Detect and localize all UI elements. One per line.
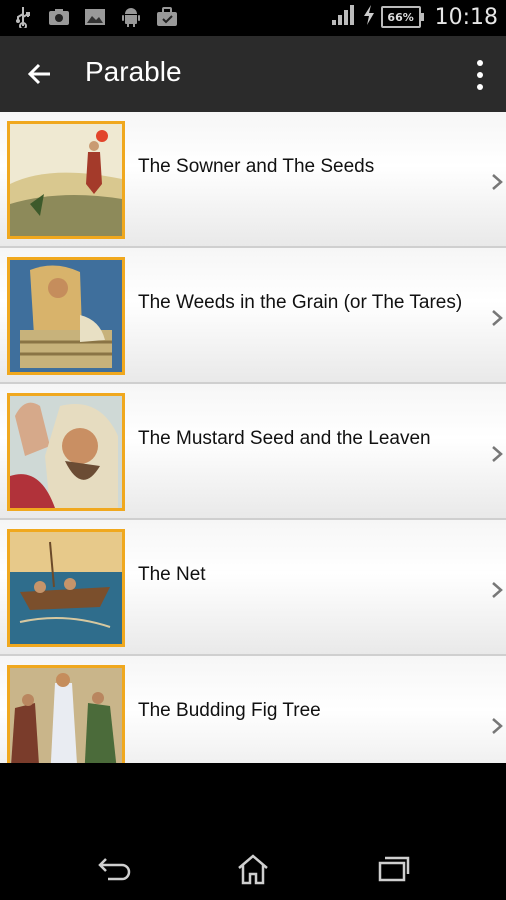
system-indicators: 66% 10:18: [331, 4, 498, 30]
parable-thumbnail: [7, 121, 125, 239]
action-bar: Parable: [0, 36, 506, 112]
list-item[interactable]: The Net: [0, 520, 506, 656]
parable-list: The Sowner and The Seeds The Weeds in th…: [0, 112, 506, 763]
list-item-label: The Weeds in the Grain (or The Tares): [138, 292, 463, 313]
image-icon: [84, 6, 106, 28]
nav-home-button[interactable]: [233, 849, 273, 889]
chevron-right-icon: [492, 582, 503, 598]
status-bar: 66% 10:18: [0, 0, 506, 36]
arrow-left-icon: [27, 63, 50, 85]
parable-thumbnail: [7, 257, 125, 375]
chevron-right-icon: [492, 446, 503, 462]
navigation-bar: [0, 763, 506, 900]
overflow-menu-button[interactable]: [474, 60, 486, 90]
more-vert-icon: [477, 60, 483, 66]
briefcase-icon: [156, 6, 178, 28]
list-item[interactable]: The Weeds in the Grain (or The Tares): [0, 248, 506, 384]
signal-icon: [331, 4, 357, 30]
parable-thumbnail: [7, 665, 125, 763]
list-item-label: The Budding Fig Tree: [138, 700, 321, 721]
list-item[interactable]: The Budding Fig Tree: [0, 656, 506, 763]
nav-recents-button[interactable]: [374, 849, 414, 889]
chevron-right-icon: [492, 718, 503, 734]
charging-icon: [363, 5, 375, 29]
back-icon: [98, 858, 131, 881]
usb-icon: [12, 6, 34, 28]
list-item-label: The Sowner and The Seeds: [138, 156, 375, 177]
list-item[interactable]: The Sowner and The Seeds: [0, 112, 506, 248]
chevron-right-icon: [492, 174, 503, 190]
nav-back-button[interactable]: [94, 849, 134, 889]
clock: 10:18: [434, 4, 498, 30]
list-item[interactable]: The Mustard Seed and the Leaven: [0, 384, 506, 520]
chevron-right-icon: [492, 310, 503, 326]
notification-icons: [12, 6, 178, 28]
parable-thumbnail: [7, 529, 125, 647]
android-icon: [120, 6, 142, 28]
recents-icon: [378, 856, 410, 882]
home-icon: [238, 854, 268, 885]
parable-thumbnail: [7, 393, 125, 511]
screenshot-icon: [48, 6, 70, 28]
page-title: Parable: [85, 56, 182, 87]
list-item-label: The Net: [138, 564, 206, 585]
back-button[interactable]: [24, 58, 56, 90]
battery-indicator: 66%: [380, 6, 424, 28]
list-item-label: The Mustard Seed and the Leaven: [138, 428, 431, 449]
